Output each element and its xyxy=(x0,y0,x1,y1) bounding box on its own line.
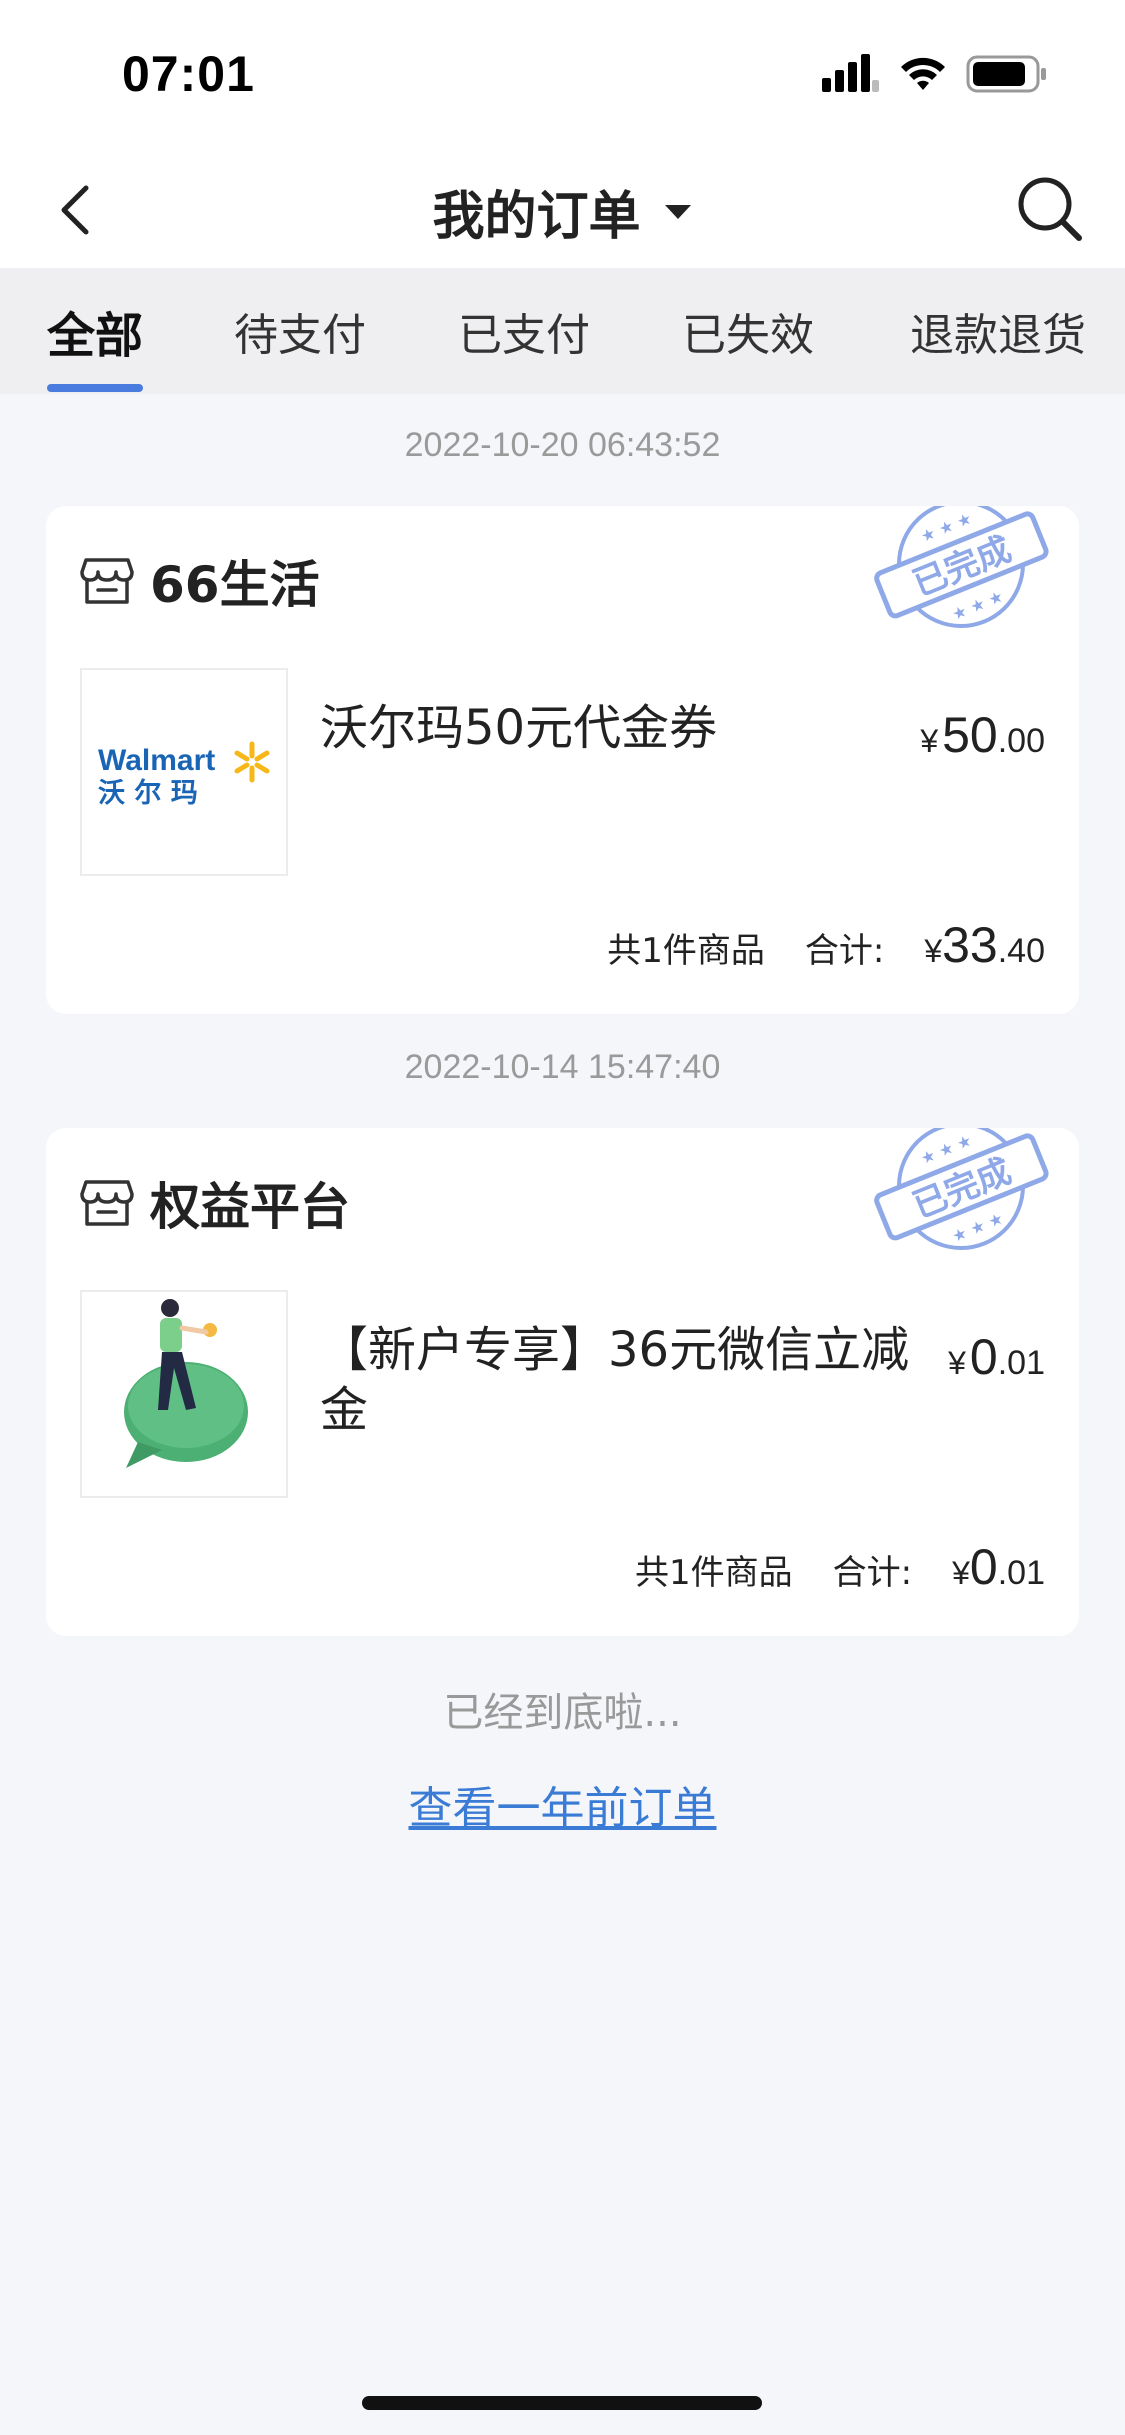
search-icon xyxy=(1018,177,1082,241)
order-total: ¥33.40 xyxy=(924,917,1045,973)
store-header[interactable]: 权益平台 xyxy=(80,1170,350,1236)
total-label: 合计: xyxy=(832,1553,913,1593)
end-of-list-note: 已经到底啦... xyxy=(443,1690,682,1736)
product-name[interactable]: 【新户专享】36元微信立减金 xyxy=(320,1320,930,1440)
store-header[interactable]: 66生活 xyxy=(80,548,320,614)
order-card[interactable]: 66生活 已完成 ★ ★ ★ ★ ★ ★ Walmart 沃 尔 玛 沃尔玛50… xyxy=(46,506,1079,1014)
item-count: 共1件商品 xyxy=(607,931,765,971)
status-bar: 07:01 xyxy=(0,0,1125,148)
product-image[interactable] xyxy=(80,1290,288,1498)
tab-paid[interactable]: 已支付 xyxy=(444,268,604,394)
completed-stamp: 已完成 ★ ★ ★ ★ ★ ★ xyxy=(874,506,1049,628)
product-image[interactable]: Walmart 沃 尔 玛 xyxy=(80,668,288,876)
wechat-illustration xyxy=(124,1299,248,1468)
tab-expired[interactable]: 已失效 xyxy=(668,268,828,394)
wifi-icon xyxy=(901,57,945,90)
product-price: ¥50.00 xyxy=(920,707,1045,763)
tab-refund-return[interactable]: 退款退货 xyxy=(888,268,1108,394)
tab-pending-payment[interactable]: 待支付 xyxy=(220,268,380,394)
signal-icon xyxy=(822,54,879,92)
svg-text:沃 尔 玛: 沃 尔 玛 xyxy=(98,778,198,809)
battery-icon xyxy=(966,55,1046,93)
store-icon xyxy=(80,1180,134,1226)
home-indicator[interactable] xyxy=(362,2396,762,2410)
nav-header: 我的订单 xyxy=(0,148,1125,268)
caret-down-icon xyxy=(664,204,691,219)
active-tab-indicator xyxy=(47,384,143,392)
order-date: 2022-10-14 15:47:40 xyxy=(404,1048,721,1086)
store-icon xyxy=(80,558,134,604)
order-total: ¥0.01 xyxy=(952,1539,1045,1595)
status-icons xyxy=(822,52,1048,96)
status-time: 07:01 xyxy=(122,46,255,102)
item-count: 共1件商品 xyxy=(635,1553,793,1593)
order-summary: 共1件商品 合计: ¥33.40 xyxy=(607,916,1045,974)
svg-text:Walmart: Walmart xyxy=(98,744,215,777)
completed-stamp: 已完成 ★ ★ ★ ★ ★ ★ xyxy=(874,1128,1049,1250)
tab-all[interactable]: 全部 xyxy=(20,268,170,394)
walmart-logo: Walmart 沃 尔 玛 xyxy=(98,741,270,809)
order-tabs: 全部 待支付 已支付 已失效 退款退货 xyxy=(0,268,1125,394)
order-date: 2022-10-20 06:43:52 xyxy=(404,426,721,464)
view-older-orders-link[interactable]: 查看一年前订单 xyxy=(0,1772,1125,1836)
page-title: 我的订单 xyxy=(432,187,641,247)
store-name: 66生活 xyxy=(150,556,320,614)
product-price: ¥0.01 xyxy=(948,1329,1045,1385)
product-name[interactable]: 沃尔玛50元代金券 xyxy=(320,698,920,758)
order-card[interactable]: 权益平台 已完成 ★ ★ ★ ★ ★ ★ 【新户专享】36元微信立减金 ¥0.0… xyxy=(46,1128,1079,1636)
store-name: 权益平台 xyxy=(150,1178,350,1236)
order-summary: 共1件商品 合计: ¥0.01 xyxy=(635,1538,1045,1596)
page-title-dropdown[interactable]: 我的订单 xyxy=(0,174,1125,249)
view-older-orders-label[interactable]: 查看一年前订单 xyxy=(409,1783,717,1834)
total-label: 合计: xyxy=(804,931,885,971)
search-button[interactable] xyxy=(1011,170,1087,246)
